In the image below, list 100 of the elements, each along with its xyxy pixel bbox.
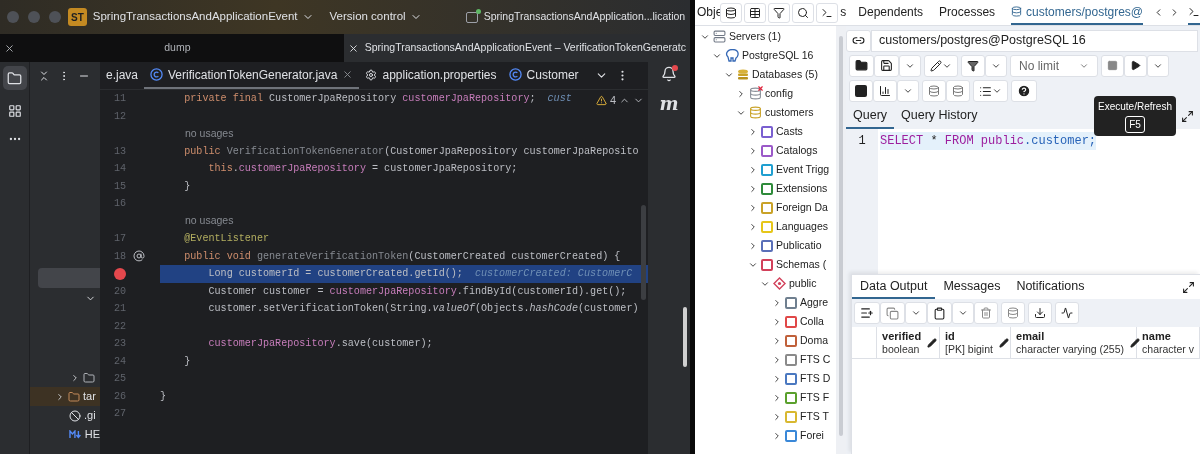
project-tree-row[interactable]: HE — [30, 425, 100, 444]
chevron-right-icon[interactable] — [736, 88, 746, 99]
connection-status-button[interactable] — [846, 29, 871, 52]
editor-tab[interactable]: application.properties — [359, 62, 503, 89]
query-tool-icon[interactable] — [1188, 5, 1200, 18]
chevron-right-icon[interactable] — [748, 221, 758, 232]
tree-node[interactable]: FTS T — [695, 407, 836, 426]
chevron-right-icon[interactable] — [772, 335, 782, 346]
panel-tab[interactable]: Processes — [939, 0, 996, 25]
edit-icon[interactable] — [998, 337, 1009, 348]
save-button[interactable] — [874, 54, 899, 77]
close-icon[interactable] — [342, 69, 354, 80]
maximize-icon[interactable] — [1181, 110, 1194, 123]
maven-tool-button[interactable]: m — [659, 90, 679, 117]
help-button[interactable] — [1011, 80, 1037, 102]
chevron-right-icon[interactable] — [748, 126, 758, 137]
chevron-right-icon[interactable] — [772, 392, 782, 403]
tree-node[interactable]: FTS D — [695, 369, 836, 388]
save-data-button[interactable] — [1001, 302, 1025, 324]
tree-node[interactable]: Aggre — [695, 293, 836, 312]
column-header[interactable]: name character v — [1137, 327, 1200, 358]
scrollbar-thumb[interactable] — [839, 36, 843, 436]
chevron-right-icon[interactable] — [772, 354, 782, 365]
chevron-right-icon[interactable] — [70, 372, 80, 383]
close-icon[interactable] — [347, 42, 359, 54]
edit-button[interactable] — [924, 54, 958, 77]
folder-icon[interactable] — [2, 66, 27, 90]
tree-node[interactable]: Event Trigg — [695, 160, 836, 179]
copy-button[interactable] — [880, 302, 905, 324]
commit-button[interactable] — [922, 80, 946, 102]
collapse-icon[interactable] — [38, 70, 50, 82]
inspection-widget[interactable]: 4 — [595, 92, 644, 109]
window-tab[interactable]: dump — [0, 34, 344, 62]
panel-tab[interactable]: s — [840, 0, 847, 25]
filter-button[interactable] — [961, 54, 985, 77]
panel-tab[interactable]: Dependents — [858, 0, 924, 25]
chevron-right-icon[interactable] — [748, 145, 758, 156]
tree-node[interactable]: Publicatio — [695, 236, 836, 255]
window-tab[interactable]: SpringTransactionsAndApplicationEvent – VerificationTokenGeneratc — [343, 34, 690, 62]
add-row-button[interactable] — [854, 302, 880, 324]
download-button[interactable] — [1028, 302, 1052, 324]
open-file-button[interactable] — [849, 54, 874, 77]
tree-node[interactable]: FTS C — [695, 350, 836, 369]
tree-node[interactable]: config — [695, 84, 836, 103]
breakpoint-icon[interactable] — [114, 267, 126, 280]
chevron-right-icon[interactable] — [55, 391, 65, 402]
column-header[interactable]: id [PK] bigint — [940, 327, 1012, 358]
delete-button[interactable] — [974, 302, 998, 324]
run-configuration[interactable]: SpringTransactionsAndApplication...lication — [483, 9, 686, 25]
tree-node[interactable]: Servers (1) — [695, 27, 836, 46]
rollback-button[interactable] — [946, 80, 970, 102]
output-tab[interactable]: Notifications — [1008, 275, 1093, 299]
close-icon[interactable] — [4, 42, 15, 54]
paste-button[interactable] — [927, 302, 952, 324]
chevron-right-icon[interactable] — [748, 202, 758, 213]
tree-node[interactable]: Languages — [695, 217, 836, 236]
graph-button[interactable] — [1055, 302, 1079, 324]
scrollbar-thumb[interactable] — [641, 205, 646, 300]
tree-node[interactable]: Extensions — [695, 179, 836, 198]
project-tree-row[interactable]: .gi — [30, 406, 100, 425]
tree-node[interactable]: customers — [695, 103, 836, 122]
tree-node[interactable]: Colla — [695, 312, 836, 331]
editor-tab[interactable]: e.java — [100, 62, 145, 89]
project-tree-row[interactable]: tar — [30, 387, 100, 406]
chevron-right-icon[interactable] — [772, 316, 782, 327]
maximize-icon[interactable] — [1182, 280, 1195, 294]
macros-button[interactable] — [973, 80, 1008, 102]
tree-node[interactable]: Databases (5) — [695, 65, 836, 84]
scrollbar-thumb[interactable] — [683, 307, 687, 367]
edit-icon[interactable] — [927, 337, 938, 348]
chevron-right-icon[interactable] — [772, 430, 782, 441]
column-header[interactable]: verified boolean — [877, 327, 941, 358]
tree-node[interactable]: PostgreSQL 16 — [695, 46, 836, 65]
project-selector[interactable]: SpringTransactionsAndApplicationEvent — [92, 8, 314, 26]
editor-tab[interactable]: Query History — [894, 104, 985, 129]
chevron-right-icon[interactable] — [772, 411, 782, 422]
row-limit-select[interactable]: No limit — [1010, 54, 1098, 77]
tree-node[interactable]: Casts — [695, 122, 836, 141]
toolbar-button[interactable] — [768, 2, 791, 23]
tree-node[interactable]: Foreign Da — [695, 198, 836, 217]
editor-tab[interactable]: VerificationTokenGenerator.java — [144, 62, 360, 89]
connection-field[interactable]: customers/postgres@PostgreSQL 16 — [871, 29, 1198, 52]
output-tab[interactable]: Messages — [935, 275, 1009, 299]
tree-node[interactable]: public — [695, 274, 836, 293]
editor-tab[interactable]: Customer — [502, 62, 585, 89]
toolbar-button[interactable] — [744, 2, 767, 23]
column-header[interactable]: email character varying (255) — [1011, 327, 1138, 358]
toolbar-button[interactable] — [720, 2, 743, 23]
explain-analyze-button[interactable] — [873, 80, 897, 102]
explain-button[interactable] — [849, 80, 873, 102]
chevron-right-icon[interactable] — [748, 240, 758, 251]
chevron-right-icon[interactable] — [772, 297, 782, 308]
execute-button[interactable] — [1124, 54, 1147, 77]
chevron-right-icon[interactable] — [748, 183, 758, 194]
structure-icon[interactable] — [7, 104, 22, 118]
vcs-menu[interactable]: Version control — [329, 8, 422, 26]
tree-node[interactable]: Schemas ( — [695, 255, 836, 274]
edit-icon[interactable] — [1130, 337, 1141, 348]
toolbar-button[interactable] — [792, 2, 815, 23]
tree-node[interactable]: Doma — [695, 331, 836, 350]
